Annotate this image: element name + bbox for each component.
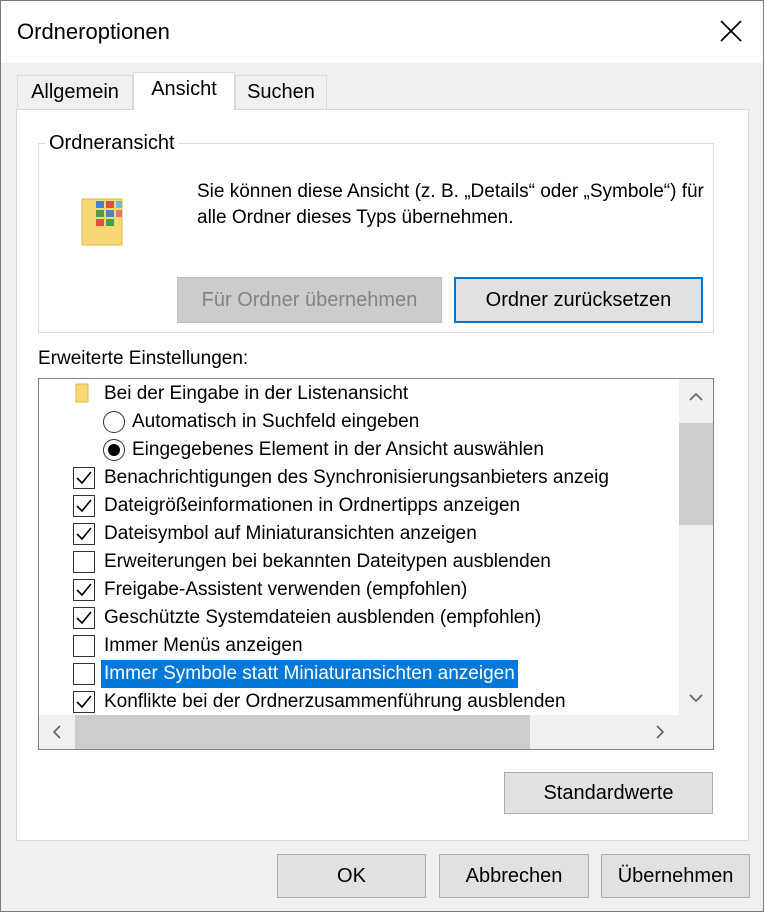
- checkmark-icon: [76, 611, 92, 625]
- list-item-label: Erweiterungen bei bekannten Dateitypen a…: [104, 551, 551, 572]
- checkmark-icon: [76, 583, 92, 597]
- checkbox[interactable]: [73, 635, 95, 657]
- list-item-label: Geschützte Systemdateien ausblenden (emp…: [104, 607, 542, 628]
- radio-dot-icon: [108, 444, 120, 456]
- list-item[interactable]: Immer Symbole statt Miniaturansichten an…: [39, 660, 679, 688]
- checkbox[interactable]: [73, 523, 95, 545]
- horizontal-scrollbar[interactable]: [39, 715, 713, 749]
- list-item[interactable]: Automatisch in Suchfeld eingeben: [39, 408, 679, 436]
- tab-suchen[interactable]: Suchen: [235, 75, 327, 109]
- advanced-settings-label: Erweiterte Einstellungen:: [38, 348, 249, 369]
- list-item-label: Bei der Eingabe in der Listenansicht: [104, 383, 409, 404]
- scrollbar-corner: [679, 715, 713, 749]
- list-item-label: Freigabe-Assistent verwenden (empfohlen): [104, 579, 468, 600]
- folder-view-legend: Ordneransicht: [49, 132, 175, 154]
- vertical-scroll-thumb[interactable]: [679, 423, 713, 525]
- list-item-label: Immer Symbole statt Miniaturansichten an…: [101, 660, 518, 688]
- radio-button[interactable]: [103, 439, 125, 461]
- tab-ansicht[interactable]: Ansicht: [133, 72, 235, 110]
- checkbox[interactable]: [73, 663, 95, 685]
- checkbox[interactable]: [73, 551, 95, 573]
- list-item[interactable]: Benachrichtigungen des Synchronisierungs…: [39, 464, 679, 492]
- checkbox[interactable]: [73, 579, 95, 601]
- checkbox[interactable]: [73, 607, 95, 629]
- ok-button[interactable]: OK: [277, 854, 426, 898]
- list-item-label: Dateigrößeinformationen in Ordnertipps a…: [104, 495, 521, 516]
- list-item[interactable]: Freigabe-Assistent verwenden (empfohlen): [39, 576, 679, 604]
- scroll-up-button[interactable]: [679, 379, 713, 413]
- scroll-down-button[interactable]: [679, 681, 713, 715]
- scroll-left-button[interactable]: [39, 715, 73, 749]
- radio-button[interactable]: [103, 411, 125, 433]
- tab-allgemein[interactable]: Allgemein: [17, 75, 133, 109]
- chevron-up-icon: [689, 392, 703, 401]
- list-item-label: Dateisymbol auf Miniaturansichten anzeig…: [104, 523, 477, 544]
- list-item[interactable]: Erweiterungen bei bekannten Dateitypen a…: [39, 548, 679, 576]
- list-item[interactable]: Immer Menüs anzeigen: [39, 632, 679, 660]
- checkmark-icon: [76, 695, 92, 709]
- cancel-button[interactable]: Abbrechen: [439, 854, 589, 898]
- list-item-label: Automatisch in Suchfeld eingeben: [132, 411, 420, 432]
- apply-button[interactable]: Übernehmen: [601, 854, 750, 898]
- folder-view-group: Ordneransicht Sie können diese Ansicht (…: [38, 133, 714, 333]
- checkbox[interactable]: [73, 691, 95, 713]
- list-item[interactable]: Dateisymbol auf Miniaturansichten anzeig…: [39, 520, 679, 548]
- horizontal-scroll-thumb[interactable]: [75, 715, 530, 749]
- checkbox[interactable]: [73, 467, 95, 489]
- folder-views-icon: [80, 197, 126, 247]
- checkbox[interactable]: [73, 495, 95, 517]
- checkmark-icon: [76, 527, 92, 541]
- list-item-label: Benachrichtigungen des Synchronisierungs…: [104, 467, 609, 488]
- list-group-header: Bei der Eingabe in der Listenansicht: [39, 380, 679, 408]
- vertical-scrollbar[interactable]: [679, 379, 713, 715]
- folder-options-dialog: Ordneroptionen Allgemein Ansicht Suchen …: [0, 0, 764, 912]
- advanced-settings-list[interactable]: Bei der Eingabe in der Listenansicht Auto…: [38, 378, 714, 750]
- close-icon: [720, 20, 742, 42]
- list-item[interactable]: Eingegebenes Element in der Ansicht ausw…: [39, 436, 679, 464]
- view-tab-panel: Ordneransicht Sie können diese Ansicht (…: [16, 109, 749, 841]
- title-bar: Ordneroptionen: [1, 1, 763, 63]
- chevron-left-icon: [52, 725, 61, 739]
- checkmark-icon: [76, 471, 92, 485]
- dialog-title: Ordneroptionen: [17, 19, 170, 44]
- close-button[interactable]: [705, 5, 757, 57]
- list-item-label: Eingegebenes Element in der Ansicht ausw…: [132, 439, 544, 460]
- folder-view-description: Sie können diese Ansicht (z. B. „Details…: [197, 181, 704, 228]
- chevron-right-icon: [655, 725, 664, 739]
- restore-defaults-button[interactable]: Standardwerte: [504, 772, 713, 814]
- reset-folders-button[interactable]: Ordner zurücksetzen: [454, 277, 703, 323]
- checkmark-icon: [76, 499, 92, 513]
- list-item-label: Immer Menüs anzeigen: [104, 635, 303, 656]
- list-item[interactable]: Dateigrößeinformationen in Ordnertipps a…: [39, 492, 679, 520]
- scroll-right-button[interactable]: [643, 715, 677, 749]
- list-item-label: Konflikte bei der Ordnerzusammenführung …: [104, 691, 566, 712]
- list-item[interactable]: Geschützte Systemdateien ausblenden (emp…: [39, 604, 679, 632]
- chevron-down-icon: [689, 693, 703, 702]
- apply-to-folders-button[interactable]: Für Ordner übernehmen: [177, 277, 442, 323]
- list-item[interactable]: Konflikte bei der Ordnerzusammenführung …: [39, 688, 679, 716]
